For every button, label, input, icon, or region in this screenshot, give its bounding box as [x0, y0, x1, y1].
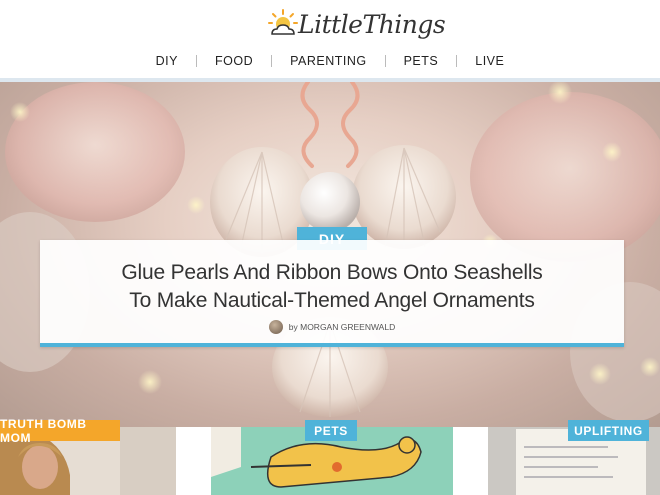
nav-item-parenting[interactable]: PARENTING [272, 54, 385, 68]
tile-tag-truth-bomb-mom[interactable]: TRUTH BOMB MOM [0, 417, 120, 445]
tile-tag-uplifting[interactable]: UPLIFTING [568, 420, 649, 441]
main-nav: DIY FOOD PARENTING PETS LIVE [0, 54, 660, 68]
author-avatar [268, 320, 283, 334]
hero-title-line1[interactable]: Glue Pearls And Ribbon Bows Onto Seashel… [121, 261, 542, 284]
author-name[interactable]: by MORGAN GREENWALD [289, 322, 395, 332]
sun-cloud-icon [268, 9, 298, 35]
hero-byline: by MORGAN GREENWALD [40, 320, 624, 334]
hero-article-card[interactable]: Glue Pearls And Ribbon Bows Onto Seashel… [40, 240, 624, 347]
hero-article-title[interactable]: Glue Pearls And Ribbon Bows Onto Seashel… [40, 259, 624, 315]
tile-tag-pets[interactable]: PETS [305, 420, 357, 441]
site-header: LittleThings DIY FOOD PARENTING PETS LIV… [0, 0, 660, 82]
nav-item-food[interactable]: FOOD [197, 54, 271, 68]
logo-wordmark: LittleThings [298, 9, 446, 39]
nav-item-live[interactable]: LIVE [457, 54, 522, 68]
site-logo[interactable]: LittleThings [266, 4, 446, 44]
nav-item-pets[interactable]: PETS [386, 54, 457, 68]
hero-title-line2[interactable]: To Make Nautical-Themed Angel Ornaments [129, 289, 535, 312]
nav-item-diy[interactable]: DIY [138, 54, 196, 68]
